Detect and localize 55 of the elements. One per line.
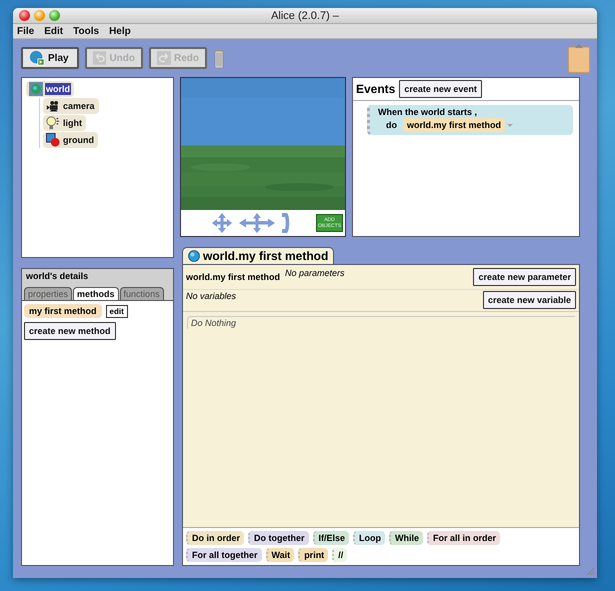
camera-icon: [46, 99, 60, 113]
edit-button[interactable]: edit: [106, 304, 128, 318]
statement-tile[interactable]: For all together: [186, 548, 262, 562]
minimize-button[interactable]: [34, 10, 45, 21]
method-tile[interactable]: my first method: [24, 304, 102, 318]
variables-label: No variables: [186, 291, 236, 301]
light-bulb-icon: [46, 116, 60, 130]
create-event-button[interactable]: create new event: [399, 80, 482, 98]
redo-icon: [157, 50, 171, 66]
method-body-statement: Do Nothing: [187, 316, 575, 329]
statement-tile[interactable]: For all in order: [427, 531, 500, 545]
tree-item[interactable]: ground: [43, 132, 98, 148]
event-block[interactable]: When the world starts , do world.my first method: [367, 105, 573, 135]
statement-tile[interactable]: Do together: [248, 531, 309, 545]
tree-item[interactable]: camera: [43, 98, 99, 114]
create-variable-button[interactable]: create new variable: [482, 291, 576, 309]
trash-can-icon[interactable]: [213, 47, 225, 69]
tree-item[interactable]: world: [26, 81, 74, 97]
do-label: do: [386, 120, 397, 130]
parameters-label: No parameters: [285, 268, 345, 278]
undo-icon: [93, 50, 106, 66]
globe-icon: [29, 82, 43, 96]
panel-title: world's details: [26, 271, 90, 281]
editor-tab[interactable]: world.my first method: [182, 247, 334, 264]
create-method-button[interactable]: create new method: [24, 322, 116, 340]
zoom-button[interactable]: [49, 10, 60, 21]
menu-item[interactable]: Tools: [73, 26, 100, 37]
shapes-icon: [46, 133, 60, 147]
clipboard-icon[interactable]: [568, 43, 590, 73]
rotate-icon[interactable]: [279, 212, 291, 234]
panel-title: Events: [356, 82, 396, 96]
menu-item[interactable]: Help: [109, 26, 131, 37]
statement-tile[interactable]: Loop: [353, 531, 386, 545]
statement-tile[interactable]: Wait: [266, 548, 294, 562]
window-title: Alice (2.0.7) –: [271, 10, 339, 22]
caret-icon[interactable]: [506, 121, 514, 129]
create-parameter-button[interactable]: create new parameter: [473, 268, 576, 286]
play-button[interactable]: Play: [21, 47, 79, 69]
statement-tile[interactable]: print: [298, 548, 328, 562]
method-name: world.my first method: [186, 272, 280, 282]
menu-item[interactable]: File: [17, 26, 34, 37]
statement-tile[interactable]: //: [332, 548, 348, 562]
method-call-tile[interactable]: world.my first method: [403, 118, 506, 132]
close-button[interactable]: [19, 10, 30, 21]
globe-icon: [29, 50, 45, 66]
statement-tile[interactable]: If/Else: [312, 531, 350, 545]
statement-tile[interactable]: Do in order: [186, 531, 244, 545]
tab[interactable]: methods: [73, 287, 119, 300]
menu-item[interactable]: Edit: [44, 26, 64, 37]
tree-item[interactable]: light: [43, 115, 86, 131]
statement-tile[interactable]: While: [389, 531, 424, 545]
event-trigger: When the world starts ,: [378, 107, 478, 117]
globe-icon: [188, 250, 200, 262]
move-arrows-icon[interactable]: [238, 212, 276, 234]
resize-grip-icon[interactable]: [585, 566, 595, 576]
